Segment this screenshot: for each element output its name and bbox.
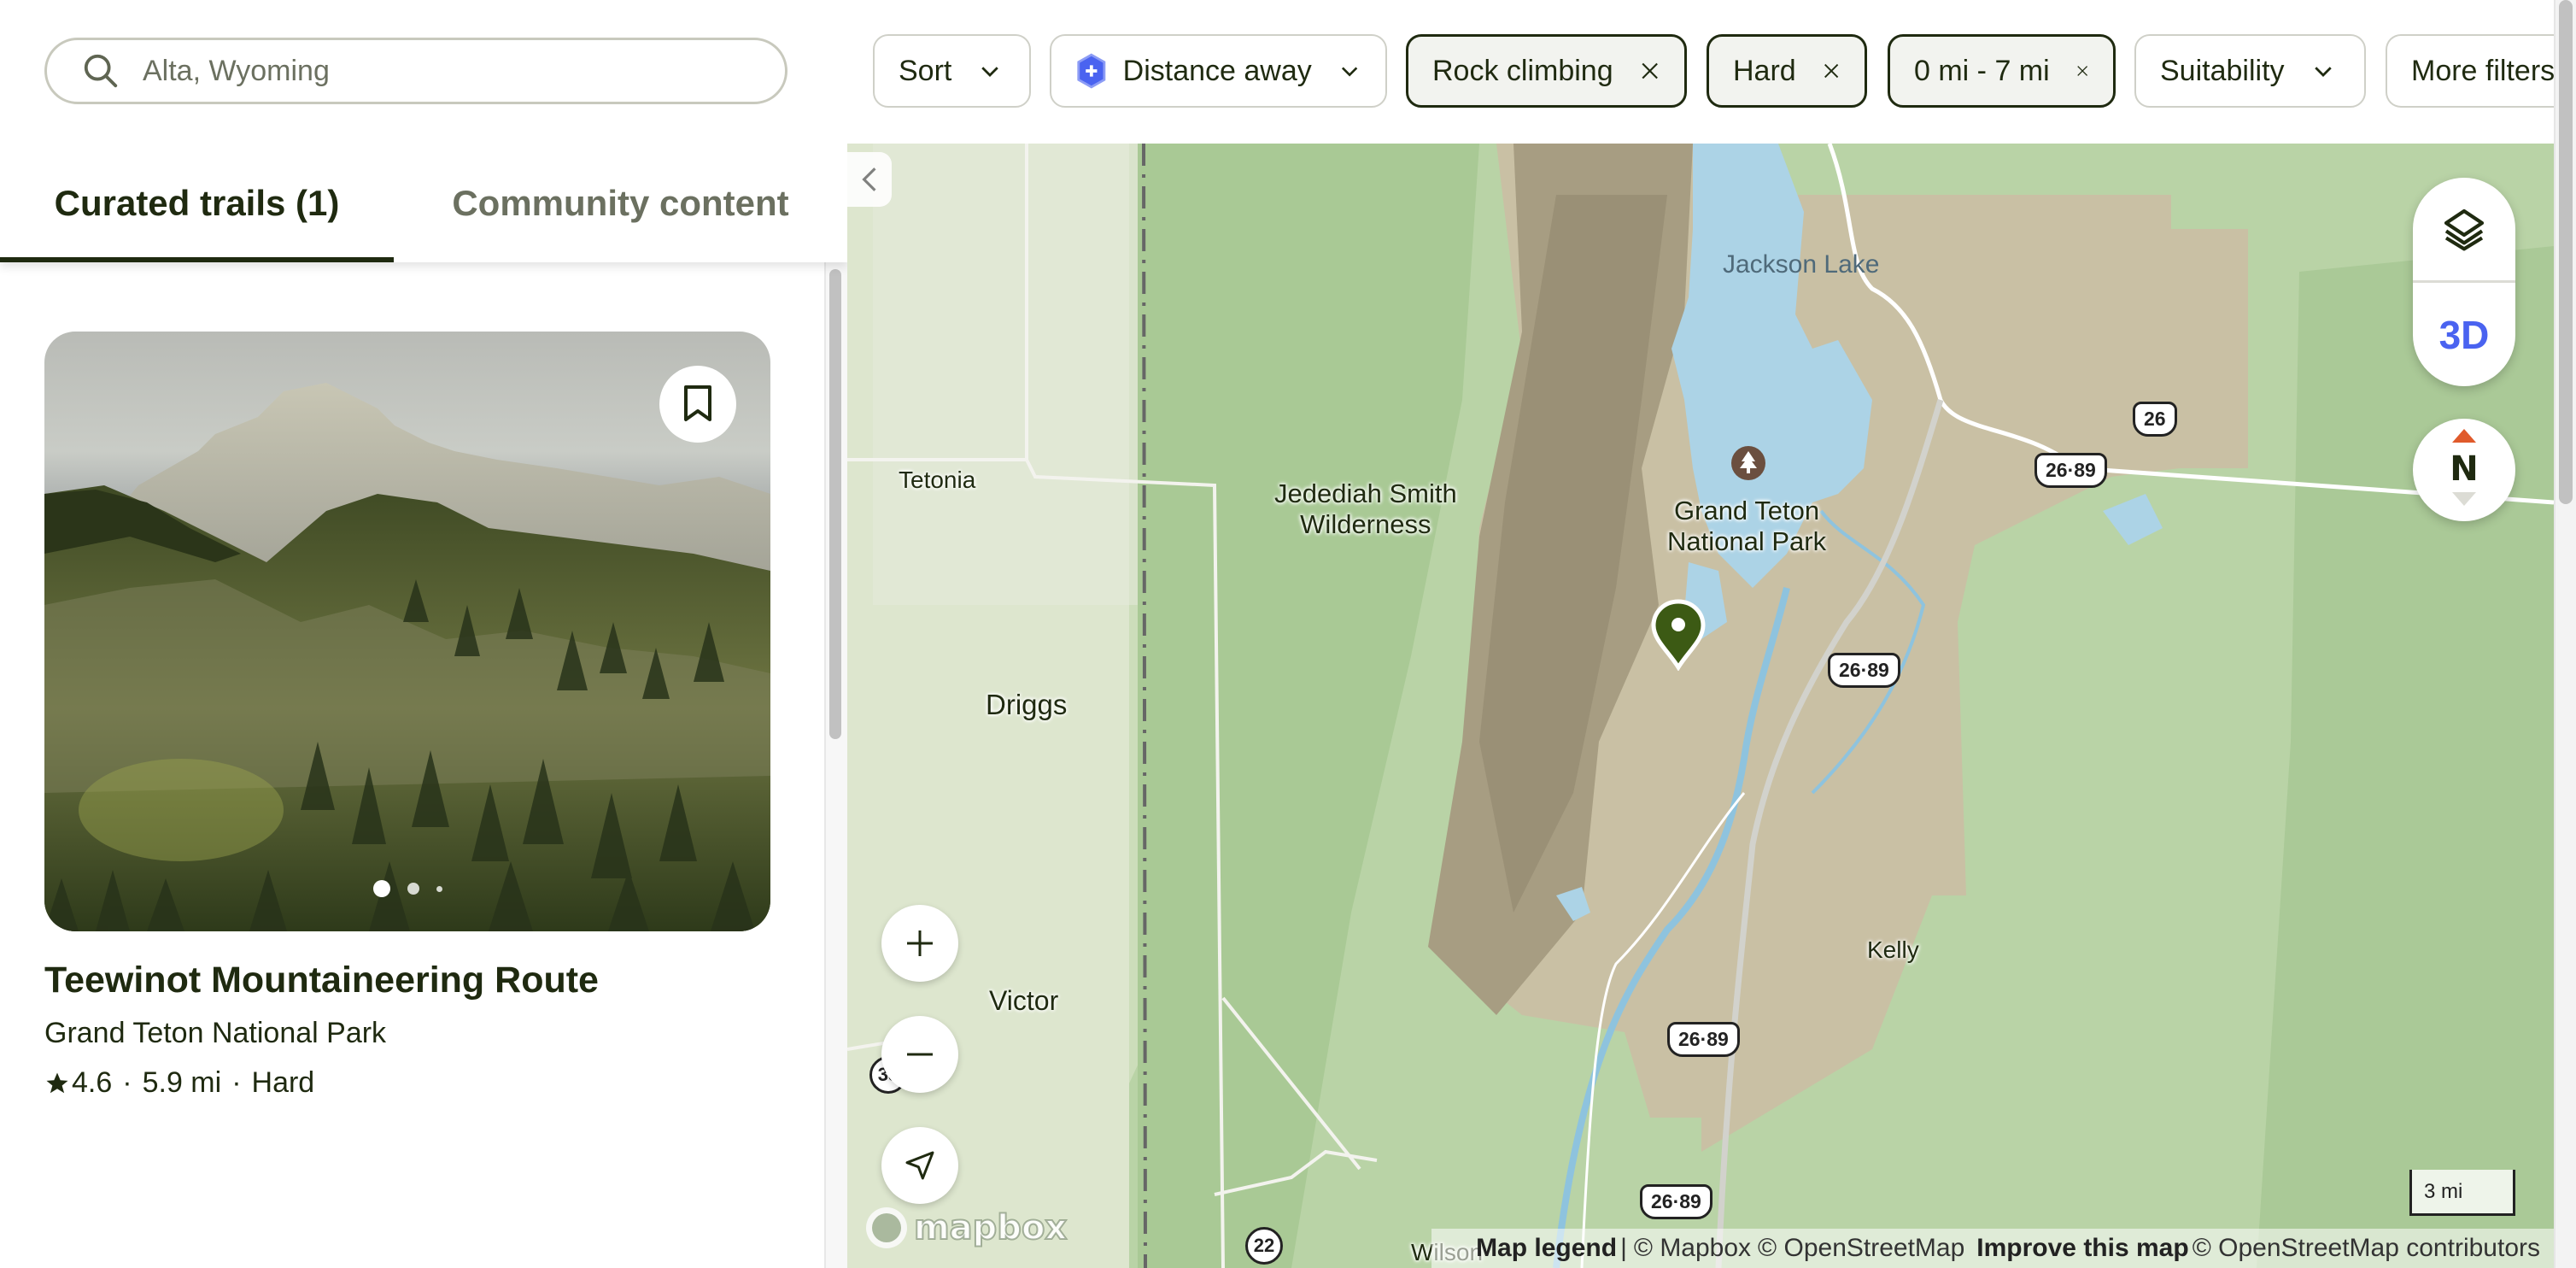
image-carousel-dots bbox=[44, 880, 770, 897]
close-icon[interactable] bbox=[1639, 56, 1660, 86]
chevron-down-icon bbox=[1341, 67, 1358, 77]
hard-chip[interactable]: Hard bbox=[1707, 34, 1867, 108]
map-label-tetonia: Tetonia bbox=[899, 467, 976, 493]
minus-icon bbox=[907, 1053, 933, 1056]
tab-community-content[interactable]: Community content bbox=[394, 144, 847, 262]
tab-curated-trails[interactable]: Curated trails (1) bbox=[0, 144, 394, 262]
distance-away-dropdown[interactable]: Distance away bbox=[1050, 34, 1387, 108]
suitability-dropdown[interactable]: Suitability bbox=[2134, 34, 2366, 108]
location-arrow-icon bbox=[905, 1151, 934, 1180]
map-basemap bbox=[847, 144, 2554, 1268]
suitability-label: Suitability bbox=[2160, 54, 2285, 87]
route-shield: 26·89 bbox=[1667, 1022, 1740, 1057]
search-icon bbox=[84, 54, 118, 88]
save-trail-button[interactable] bbox=[659, 366, 736, 443]
trail-location-pin[interactable] bbox=[1650, 599, 1707, 671]
mapbox-attribution-link[interactable]: © Mapbox bbox=[1634, 1234, 1751, 1263]
route-shield: 26 bbox=[2133, 402, 2177, 437]
separator: · bbox=[231, 1066, 242, 1099]
scrollbar-thumb[interactable] bbox=[2559, 0, 2573, 504]
mapbox-logo-icon bbox=[866, 1207, 907, 1248]
map-label-grand-teton: Grand Teton National Park bbox=[1667, 496, 1827, 556]
hard-label: Hard bbox=[1733, 54, 1796, 87]
rock-climbing-label: Rock climbing bbox=[1432, 54, 1613, 87]
trail-distance: 5.9 mi bbox=[142, 1066, 222, 1099]
toggle-3d-button[interactable]: 3D bbox=[2413, 283, 2515, 386]
results-scrollbar[interactable] bbox=[824, 262, 847, 1268]
page-scrollbar[interactable] bbox=[2554, 0, 2576, 1268]
chevron-down-icon bbox=[981, 67, 999, 77]
trail-card-image[interactable] bbox=[44, 332, 770, 931]
map-label-jackson-lake: Jackson Lake bbox=[1723, 250, 1880, 279]
separator: · bbox=[122, 1066, 132, 1099]
map-label-victor: Victor bbox=[989, 985, 1059, 1016]
close-icon[interactable] bbox=[2075, 56, 2089, 86]
layers-icon bbox=[2444, 208, 2485, 251]
rock-climbing-chip[interactable]: Rock climbing bbox=[1406, 34, 1687, 108]
compass-button[interactable]: N bbox=[2413, 419, 2515, 521]
map-attribution: Map legend | © Mapbox © OpenStreetMap Im… bbox=[1431, 1229, 2554, 1268]
mapbox-logo-text: mapbox bbox=[913, 1207, 1068, 1248]
carousel-dot[interactable] bbox=[407, 883, 419, 895]
sort-dropdown[interactable]: Sort bbox=[873, 34, 1031, 108]
map-legend-link[interactable]: Map legend bbox=[1476, 1234, 1617, 1263]
locate-me-button[interactable] bbox=[881, 1127, 958, 1204]
map-label-jedediah-smith: Jedediah Smith Wilderness bbox=[1274, 478, 1457, 539]
map-layer-controls: 3D bbox=[2413, 178, 2515, 386]
trail-meta: 4.6 · 5.9 mi · Hard bbox=[44, 1066, 314, 1100]
compass-icon: N bbox=[2450, 429, 2479, 506]
osm-contributors-link[interactable]: © OpenStreetMap contributors bbox=[2193, 1234, 2540, 1263]
chevron-left-icon bbox=[862, 167, 876, 191]
map-label-driggs: Driggs bbox=[986, 689, 1068, 720]
distance-away-label: Distance away bbox=[1122, 54, 1312, 87]
zoom-in-button[interactable] bbox=[881, 905, 958, 982]
collapse-panel-button[interactable] bbox=[847, 152, 892, 207]
trail-rating: 4.6 bbox=[72, 1066, 113, 1099]
route-shield: 26·89 bbox=[1828, 653, 1900, 688]
plus-icon bbox=[907, 930, 933, 956]
search-field[interactable] bbox=[44, 38, 787, 104]
separator: | bbox=[1620, 1234, 1627, 1262]
map-label-kelly: Kelly bbox=[1867, 936, 1919, 963]
zoom-out-button[interactable] bbox=[881, 1016, 958, 1093]
bookmark-icon bbox=[684, 385, 711, 421]
carousel-dot[interactable] bbox=[372, 880, 390, 897]
trail-difficulty: Hard bbox=[251, 1066, 315, 1099]
map-layers-button[interactable] bbox=[2413, 178, 2515, 280]
sort-label: Sort bbox=[899, 54, 952, 87]
trail-title[interactable]: Teewinot Mountaineering Route bbox=[44, 960, 599, 1001]
park-tree-icon bbox=[1731, 446, 1765, 480]
more-filters-label: More filters bbox=[2411, 54, 2556, 87]
top-bar: Sort Distance away Rock climbing Hard 0 … bbox=[0, 0, 2576, 144]
improve-map-link[interactable]: Improve this map bbox=[1976, 1234, 2188, 1263]
mapbox-logo[interactable]: mapbox bbox=[866, 1207, 1068, 1248]
chevron-down-icon bbox=[2314, 67, 2332, 77]
route-shield: 22 bbox=[1245, 1227, 1283, 1265]
shield-plus-icon bbox=[1077, 53, 1106, 89]
distance-range-chip[interactable]: 0 mi - 7 mi bbox=[1888, 34, 2116, 108]
map-view[interactable]: Jackson Lake Tetonia Jedediah Smith Wild… bbox=[847, 144, 2554, 1268]
search-input[interactable] bbox=[143, 54, 741, 88]
distance-range-label: 0 mi - 7 mi bbox=[1914, 54, 2050, 87]
mountain-photo bbox=[44, 383, 770, 931]
route-shield: 26·89 bbox=[1640, 1184, 1712, 1219]
svg-text:N: N bbox=[2450, 449, 2478, 489]
more-filters-button[interactable]: More filters bbox=[2386, 34, 2576, 108]
osm-attribution-link[interactable]: © OpenStreetMap bbox=[1758, 1234, 1964, 1263]
map-scale: 3 mi bbox=[2409, 1170, 2515, 1216]
route-shield: 26·89 bbox=[2034, 453, 2107, 488]
scrollbar-thumb[interactable] bbox=[829, 269, 841, 739]
carousel-dot[interactable] bbox=[436, 885, 442, 892]
close-icon[interactable] bbox=[1822, 56, 1841, 86]
trail-location: Grand Teton National Park bbox=[44, 1017, 387, 1049]
results-panel: Curated trails (1) Community content Tee… bbox=[0, 144, 847, 1268]
results-tabs: Curated trails (1) Community content bbox=[0, 144, 847, 262]
star-icon bbox=[46, 1072, 68, 1093]
